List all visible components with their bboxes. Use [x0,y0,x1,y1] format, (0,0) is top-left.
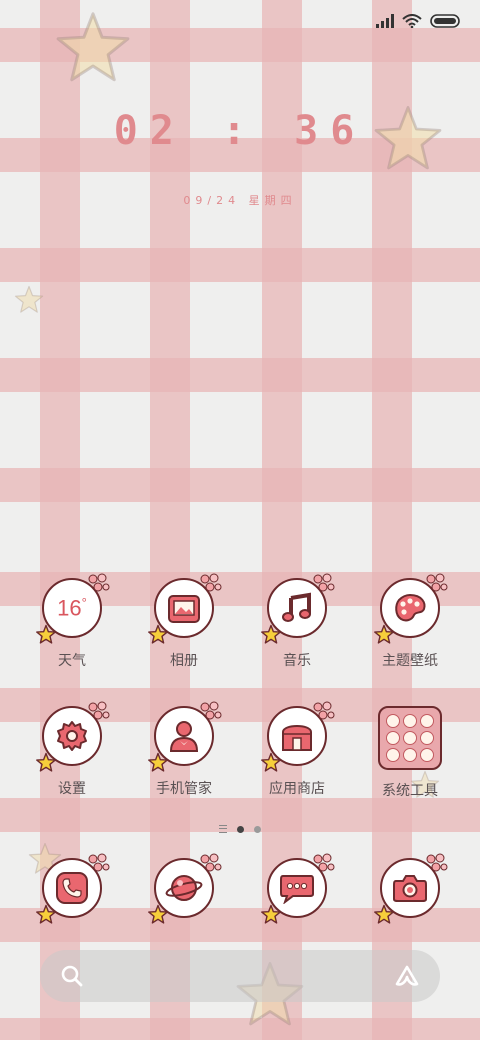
flower-icon [88,701,110,720]
dock-browser[interactable] [134,853,234,924]
camera-icon [393,875,427,902]
app-security[interactable]: 手机管家 [134,701,234,798]
dock-camera[interactable] [360,853,460,924]
app-themes[interactable]: 主题壁纸 [360,573,460,670]
messages-icon [280,875,314,904]
star-icon [148,752,168,772]
star-icon [261,752,281,772]
settings-icon [57,721,87,751]
app-label: 手机管家 [156,781,212,797]
store-icon [282,725,312,751]
battery-icon [430,14,460,28]
music-icon [282,592,311,622]
flower-icon [426,853,448,872]
dock-phone[interactable] [22,853,122,924]
app-label: 应用商店 [269,781,325,797]
weather-temperature: 16° [57,594,87,621]
search-icon[interactable] [60,964,84,988]
app-music[interactable]: 音乐 [247,573,347,670]
search-bar[interactable] [40,950,440,1002]
flower-icon [313,701,335,720]
star-icon [148,904,168,924]
app-gallery[interactable]: 相册 [134,573,234,670]
palette-icon [395,593,426,622]
app-label: 音乐 [283,653,311,669]
flower-icon [200,701,222,720]
star-icon [374,904,394,924]
flower-icon [88,853,110,872]
app-label: 天气 [58,653,86,669]
app-label: 系统工具 [382,783,438,799]
signal-icon [376,14,394,28]
phone-icon [56,872,88,904]
star-icon [261,904,281,924]
app-label: 设置 [58,781,86,797]
page-indicator[interactable] [0,825,480,833]
page-dot-active[interactable] [237,825,244,833]
star-icon [36,904,56,924]
flower-icon [200,853,222,872]
star-icon [36,624,56,644]
clock-date[interactable]: 09/24 星期四 [0,192,480,208]
decor-star-icon [56,12,130,82]
app-folder-system-tools[interactable]: 系统工具 [360,706,460,800]
status-bar [376,10,462,32]
flower-icon [200,573,222,592]
gallery-icon [168,595,200,623]
app-settings[interactable]: 设置 [22,701,122,798]
wifi-icon [402,14,422,28]
app-store[interactable]: 应用商店 [247,701,347,798]
flower-icon [313,573,335,592]
star-icon [36,752,56,772]
flower-icon [426,573,448,592]
assistant-icon[interactable] [394,964,420,988]
app-weather[interactable]: 16° 天气 [22,573,122,670]
page-dot[interactable] [254,825,261,833]
app-label: 相册 [170,653,198,669]
star-icon [374,624,394,644]
browser-icon [165,875,203,901]
decor-star-icon [14,285,44,313]
security-icon [169,721,199,752]
app-label: 主题壁纸 [382,653,438,669]
clock-time[interactable]: 02 : 36 [0,108,480,154]
dock-messages[interactable] [247,853,347,924]
folder-icon [378,706,442,770]
flower-icon [313,853,335,872]
star-icon [261,624,281,644]
star-icon [148,624,168,644]
menu-lines-icon[interactable] [219,825,227,833]
flower-icon [88,573,110,592]
